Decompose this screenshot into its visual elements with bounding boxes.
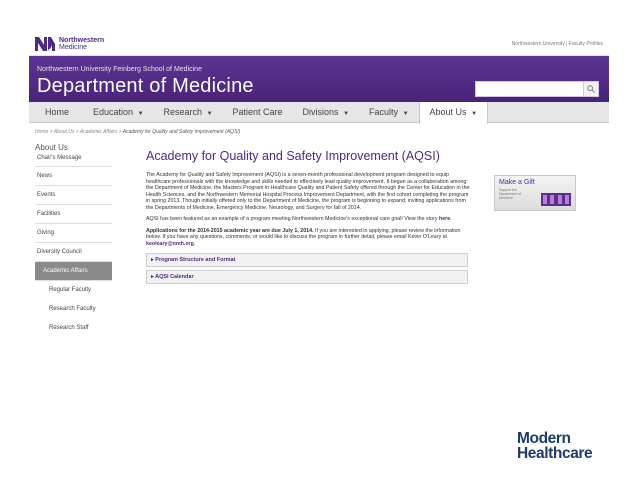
featured-paragraph: AQSI has been featured as an example of … [146,216,471,223]
sidebar-item-diversity-council[interactable]: Diversity Council [35,243,112,262]
modern-healthcare-logo: Modern Healthcare [517,430,593,462]
page-title: Academy for Quality and Safety Improveme… [146,149,440,163]
applications-end: . [193,240,196,247]
sidebar-item-regular-faculty[interactable]: Regular Faculty [35,281,112,300]
sidebar-item-chairs-message[interactable]: Chair's Message [35,153,112,167]
northwestern-medicine-logo[interactable]: Northwestern Medicine [35,36,104,52]
sidebar-item-facilities[interactable]: Facilities [35,205,112,224]
accordion-program-structure[interactable]: ▸ Program Structure and Format [146,253,468,267]
nm-logo-icon [35,37,55,51]
utility-bar: Northwestern Medicine Northwestern Unive… [29,29,609,56]
chevron-down-icon: ▼ [206,111,213,117]
nav-home-label: Home [45,107,70,117]
sidebar-item-news[interactable]: News [35,167,112,186]
sidebar-heading[interactable]: About Us [35,142,112,153]
nav-faculty[interactable]: Faculty ▼ [359,102,418,123]
make-a-gift-banner[interactable]: Make a Gift Support the Department of Me… [494,175,576,211]
search-icon [587,85,595,93]
accordion-label: AQSI Calendar [155,274,194,280]
sidebar-item-research-staff[interactable]: Research Staff [35,319,112,338]
applications-deadline: Applications for the 2014-2015 academic … [146,227,314,234]
browser-page: Northwestern Medicine Northwestern Unive… [29,29,609,351]
chevron-down-icon: ▼ [137,111,144,117]
gift-image [541,193,571,206]
mh-logo-line1: Modern [517,430,571,447]
logo-line2: Medicine [59,44,88,51]
main-content: Academy for Quality and Safety Improveme… [146,149,471,284]
nav-education[interactable]: Education ▼ [83,102,154,123]
department-title[interactable]: Department of Medicine [37,75,254,98]
nav-patient-care[interactable]: Patient Care [223,102,293,123]
story-link[interactable]: here [439,216,450,222]
search-button[interactable] [583,81,599,97]
school-name[interactable]: Northwestern University Feinberg School … [37,66,202,73]
nav-divisions-label: Divisions [302,107,339,117]
featured-end: . [450,216,452,222]
email-link[interactable]: keoleary@nmh.org [146,241,194,247]
gift-title: Make a Gift [499,179,535,186]
sidebar-item-academic-affairs[interactable]: Academic Affairs [35,262,112,281]
gift-subtitle: Support the Department of Medicine [499,188,522,200]
breadcrumb-path[interactable]: Home > About Us > Academic Affairs > [35,129,123,135]
sidebar-item-research-faculty[interactable]: Research Faculty [35,300,112,319]
sidebar-item-giving[interactable]: Giving [35,224,112,243]
logo-line1: Northwestern [59,37,105,44]
accordion-label: Program Structure and Format [155,257,236,263]
nav-research-label: Research [163,107,203,117]
chevron-down-icon: ▼ [343,111,350,117]
applications-paragraph: Applications for the 2014-2015 academic … [146,228,471,248]
search-input[interactable] [475,81,593,97]
nav-about-us[interactable]: About Us ▼ [418,102,489,124]
utility-links[interactable]: Northwestern University | Faculty Profil… [512,41,603,47]
site-header: Northwestern University Feinberg School … [29,56,609,102]
nav-faculty-label: Faculty [369,107,399,117]
nav-divisions[interactable]: Divisions ▼ [293,102,359,123]
utility-links-text[interactable]: Northwestern University | Faculty Profil… [512,41,603,47]
intro-paragraph: The Academy for Quality and Safety Impro… [146,172,470,211]
mh-logo-line2: Healthcare [517,445,593,462]
sidebar-item-events[interactable]: Events [35,186,112,205]
breadcrumb: Home > About Us > Academic Affairs > Aca… [35,129,240,135]
chevron-down-icon: ▼ [471,111,478,117]
chevron-down-icon: ▼ [402,111,409,117]
nav-research[interactable]: Research ▼ [154,102,223,123]
main-nav: Home Education ▼ Research ▼ Patient Care… [29,102,609,124]
nav-home[interactable]: Home [29,102,83,123]
featured-text: AQSI has been featured as an example of … [146,216,439,222]
accordion-aqsi-calendar[interactable]: ▸ AQSI Calendar [146,270,468,284]
nav-patient-care-label: Patient Care [232,107,283,117]
nav-education-label: Education [93,107,134,117]
breadcrumb-current: Academy for Quality and Safety Improveme… [122,129,241,135]
sidebar: About Us Chair's Message News Events Fac… [35,142,112,338]
nav-about-us-label: About Us [429,107,467,117]
